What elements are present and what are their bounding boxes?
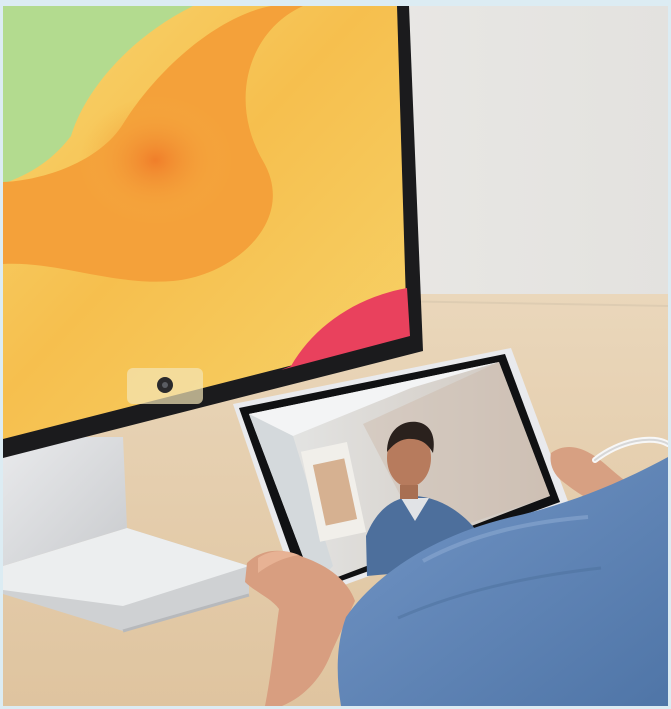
image-frame — [0, 0, 671, 709]
product-photo — [3, 6, 668, 706]
scene-illustration — [3, 6, 668, 706]
